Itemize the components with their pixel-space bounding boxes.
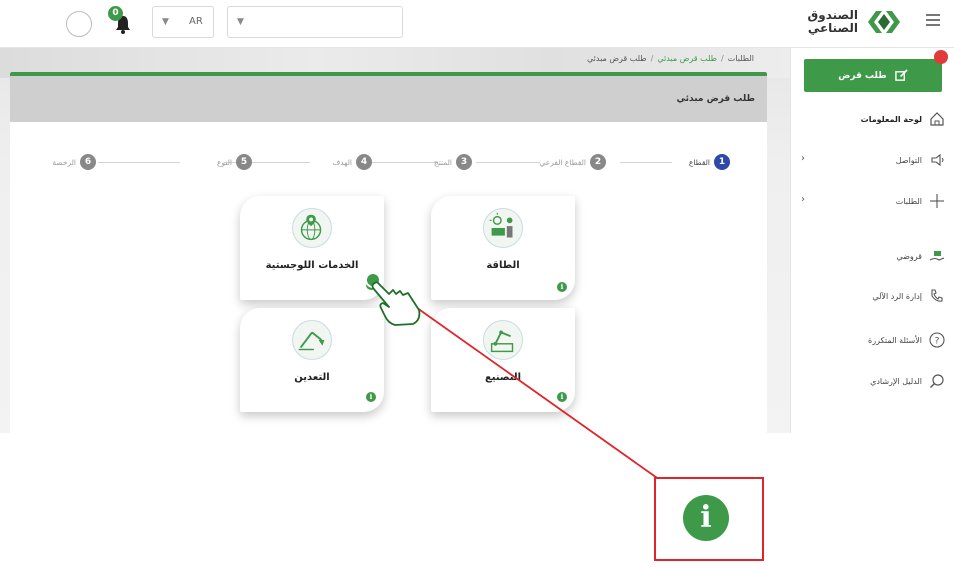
sidebar-item-requests[interactable]: الطلبات ‹ bbox=[791, 189, 954, 213]
breadcrumb-item-requests[interactable]: الطلبات bbox=[728, 54, 754, 63]
profile-avatar-button[interactable] bbox=[66, 11, 92, 37]
sidebar-item-my-loans[interactable]: قروضي bbox=[791, 244, 954, 268]
megaphone-icon bbox=[931, 153, 944, 167]
sidebar: طلب قرض لوحة المعلومات التواصل ‹ الطلبات bbox=[790, 48, 954, 433]
phone-icon bbox=[931, 289, 943, 302]
breadcrumb-item-loan-request[interactable]: طلب قرض مبدئي bbox=[657, 54, 717, 63]
language-select[interactable]: ▼ AR bbox=[152, 6, 214, 38]
step-number: 5 bbox=[236, 154, 252, 170]
svg-text:?: ? bbox=[935, 337, 940, 347]
sector-label: التصنيع bbox=[484, 372, 522, 383]
hand-money-icon bbox=[929, 251, 945, 261]
logo-text-line2: الصناعي bbox=[807, 21, 858, 35]
step-number: 3 bbox=[456, 154, 472, 170]
step-connector bbox=[620, 162, 672, 163]
step-number: 2 bbox=[590, 154, 606, 170]
step-label: الهدف bbox=[332, 157, 352, 167]
chevron-left-icon: ‹ bbox=[801, 194, 805, 205]
breadcrumb-item-current: طلب قرض مبدئي bbox=[586, 54, 647, 63]
step-3[interactable]: 3 المنتج bbox=[434, 150, 472, 174]
card-title: طلب قرض مبدئي bbox=[676, 94, 755, 104]
sector-label: الطاقة bbox=[486, 260, 520, 271]
step-connector bbox=[98, 162, 180, 163]
chevron-left-icon: ‹ bbox=[801, 153, 805, 164]
info-icon[interactable]: i bbox=[557, 392, 567, 402]
card-header: طلب قرض مبدئي bbox=[10, 76, 767, 122]
step-number: 6 bbox=[80, 154, 96, 170]
sidebar-item-label: قروضي bbox=[896, 251, 922, 261]
sector-label: التعدين bbox=[294, 372, 330, 383]
logo-text: الصندوق الصناعي bbox=[808, 9, 858, 35]
sidebar-item-dashboard[interactable]: لوحة المعلومات bbox=[791, 107, 954, 131]
new-loan-label: طلب قرض bbox=[838, 70, 887, 81]
step-1[interactable]: 1 القطاع bbox=[689, 150, 730, 174]
mining-excavator-icon bbox=[292, 320, 332, 360]
step-connector bbox=[476, 162, 540, 163]
top-bar: الصندوق الصناعي 0 ▼ AR ▼ bbox=[0, 0, 954, 48]
hamburger-menu-icon[interactable] bbox=[926, 14, 940, 26]
step-6[interactable]: 6 الرخصة bbox=[52, 150, 96, 174]
logistics-globe-icon bbox=[292, 208, 332, 248]
sector-tile-manufacturing[interactable]: التصنيع i bbox=[431, 308, 575, 412]
step-number: 4 bbox=[356, 154, 372, 170]
step-number: 1 bbox=[714, 154, 730, 170]
step-5[interactable]: 5 النوع bbox=[217, 150, 252, 174]
sidebar-item-label: الطلبات bbox=[895, 196, 922, 206]
notification-bell[interactable]: 0 bbox=[108, 6, 132, 34]
breadcrumb: الطلبات/طلب قرض مبدئي/طلب قرض مبدئي bbox=[587, 54, 754, 63]
plus-icon bbox=[930, 194, 944, 208]
new-loan-button[interactable]: طلب قرض bbox=[804, 59, 942, 92]
search-icon bbox=[930, 374, 944, 388]
step-2[interactable]: 2 القطاع الفرعي bbox=[539, 150, 606, 174]
new-loan-badge bbox=[934, 50, 948, 64]
sidebar-item-label: لوحة المعلومات bbox=[860, 114, 922, 124]
info-icon[interactable]: i bbox=[557, 282, 567, 292]
question-icon: ? bbox=[929, 332, 945, 348]
energy-icon bbox=[483, 208, 523, 248]
step-label: الرخصة bbox=[52, 157, 76, 167]
sidebar-item-faq[interactable]: ? الأسئلة المتكررة bbox=[791, 328, 954, 352]
breadcrumb-separator: / bbox=[650, 54, 654, 63]
entity-select[interactable]: ▼ bbox=[227, 6, 403, 38]
sidebar-item-auto-reply[interactable]: إدارة الرد الآلي bbox=[791, 284, 954, 308]
zoomed-info-callout: i bbox=[654, 477, 764, 561]
sidebar-item-guide[interactable]: الدليل الإرشادي bbox=[791, 369, 954, 393]
logo: الصندوق الصناعي bbox=[808, 7, 904, 37]
sidebar-item-label: التواصل bbox=[895, 155, 922, 165]
manufacturing-robot-arm-icon bbox=[483, 320, 523, 360]
info-icon-large: i bbox=[683, 495, 729, 541]
edit-icon bbox=[894, 69, 908, 81]
sidebar-item-label: الدليل الإرشادي bbox=[870, 376, 922, 386]
step-label: النوع bbox=[217, 157, 232, 167]
step-label: القطاع bbox=[688, 157, 710, 167]
chevron-down-icon: ▼ bbox=[162, 17, 169, 27]
step-4[interactable]: 4 الهدف bbox=[332, 150, 372, 174]
sector-tile-energy[interactable]: الطاقة i bbox=[431, 196, 575, 300]
stepper: 1 القطاع 2 القطاع الفرعي 3 المنتج 4 الهد… bbox=[40, 150, 730, 174]
logo-mark-icon bbox=[868, 11, 900, 33]
sidebar-item-label: إدارة الرد الآلي bbox=[872, 291, 922, 301]
breadcrumb-separator: / bbox=[721, 54, 724, 63]
step-label: القطاع الفرعي bbox=[539, 157, 587, 167]
step-label: المنتج bbox=[433, 157, 452, 167]
sidebar-item-label: الأسئلة المتكررة bbox=[868, 335, 922, 345]
loan-request-card: طلب قرض مبدئي bbox=[10, 72, 767, 433]
sidebar-item-communication[interactable]: التواصل ‹ bbox=[791, 148, 954, 172]
notification-count-badge: 0 bbox=[108, 6, 123, 21]
hand-cursor-icon bbox=[365, 272, 421, 326]
info-icon[interactable]: i bbox=[366, 392, 376, 402]
home-icon bbox=[930, 112, 944, 126]
language-value: AR bbox=[189, 16, 203, 27]
screen: الصندوق الصناعي 0 ▼ AR ▼ الطلبات/طلب قرض… bbox=[0, 0, 954, 567]
chevron-down-icon: ▼ bbox=[237, 17, 244, 27]
